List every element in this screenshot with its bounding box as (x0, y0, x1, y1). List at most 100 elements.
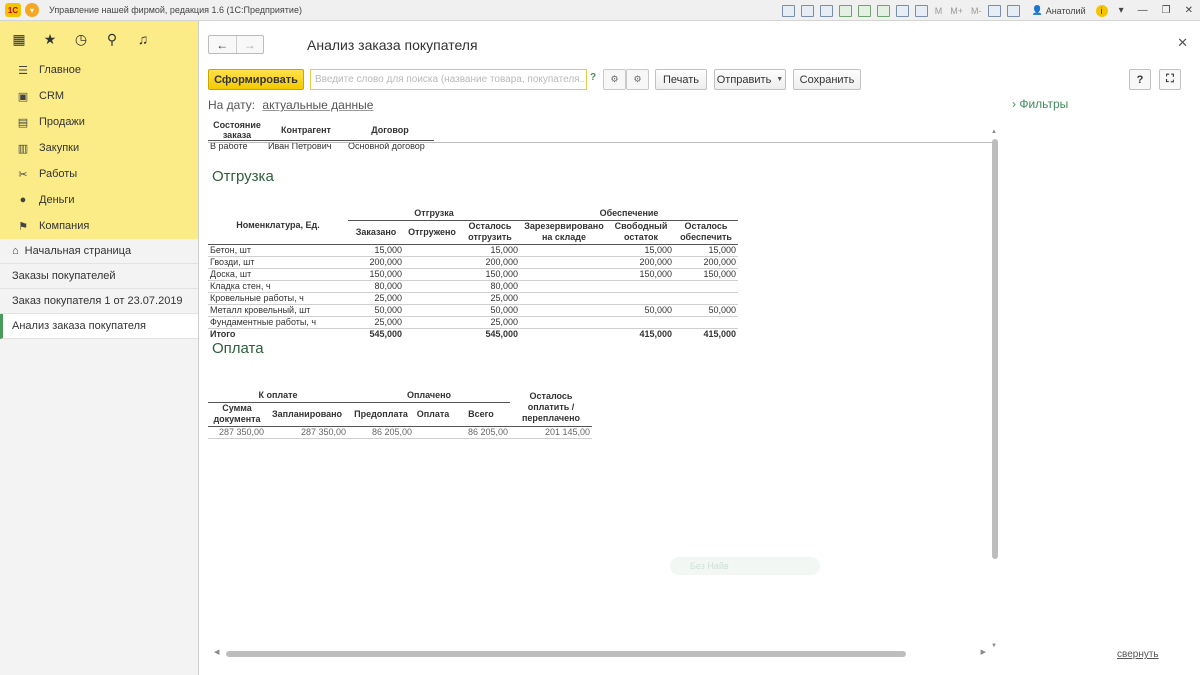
send-label: Отправить (716, 73, 772, 86)
zoom-icon[interactable] (988, 4, 1002, 17)
date-label: На дату: (208, 98, 256, 112)
memory-plus-button[interactable]: M+ (950, 6, 963, 16)
table-cell (520, 304, 608, 317)
table-header: Всего (452, 402, 510, 427)
table-cell (674, 292, 738, 305)
report-toolbar: Сформировать Введите слово для поиска (н… (208, 69, 1200, 91)
save-icon[interactable] (781, 4, 795, 17)
window-menu-chevron-icon[interactable]: ▾ (1119, 5, 1124, 16)
nav-order-analysis[interactable]: Анализ заказа покупателя (0, 314, 198, 339)
send-button[interactable]: Отправить ▼ (714, 69, 786, 90)
table-header: Сумма документа (208, 402, 266, 427)
clipboard-icon[interactable] (914, 4, 928, 17)
table-header: Договор (371, 125, 409, 135)
sidebar-item-money[interactable]: ● Деньги (0, 187, 198, 213)
horizontal-scrollbar[interactable]: ◀ ▶ (214, 648, 986, 657)
panel-icon[interactable] (1007, 4, 1021, 17)
memory-button[interactable]: M (935, 6, 943, 16)
chevron-down-icon: ▼ (776, 76, 784, 83)
table-header: Контрагент (281, 125, 331, 135)
nav-home[interactable]: ⌂ Начальная страница (0, 239, 198, 264)
nav-customer-order[interactable]: Заказ покупателя 1 от 23.07.2019 (0, 289, 198, 314)
table-cell: 287 350,00 (266, 426, 348, 439)
table-cell: 50,000 (460, 304, 520, 317)
table-cell: 25,000 (460, 316, 520, 329)
scroll-thumb[interactable] (992, 139, 998, 559)
table-cell: Кладка стен, ч (208, 280, 348, 293)
scroll-down-icon[interactable]: ▼ (991, 643, 997, 649)
memory-minus-button[interactable]: M- (971, 6, 982, 16)
apps-grid-icon[interactable]: ▦ (12, 31, 26, 48)
options-icon[interactable]: ⚙ (626, 69, 649, 90)
forward-arrow-icon[interactable]: → (235, 36, 264, 53)
table-header: Оплата (414, 402, 452, 427)
search-icon[interactable]: ⚲ (105, 31, 119, 48)
sidebar-item-sales[interactable]: ▤ Продажи (0, 109, 198, 135)
table-cell (520, 328, 608, 340)
info-icon[interactable]: i (1095, 4, 1108, 17)
table-cell (404, 280, 460, 293)
table-cell (674, 316, 738, 329)
bell-icon[interactable]: ♫ (136, 31, 150, 47)
preview-icon[interactable] (819, 4, 833, 17)
sidebar-item-main[interactable]: ☰ Главное (0, 57, 198, 83)
calculator-icon[interactable] (876, 4, 890, 17)
table-cell: 150,000 (460, 268, 520, 281)
history-clock-icon[interactable]: ◷ (74, 31, 88, 48)
money-icon: ● (19, 194, 27, 206)
table-cell (520, 256, 608, 269)
generate-button[interactable]: Сформировать (208, 69, 304, 90)
table-cell: 15,000 (348, 244, 404, 257)
save-button[interactable]: Сохранить (793, 69, 861, 90)
sidebar-item-purchases[interactable]: ▥ Закупки (0, 135, 198, 161)
calendar-icon[interactable] (895, 4, 909, 17)
upload-icon[interactable] (838, 4, 852, 17)
settings-icon[interactable]: ⚙ (603, 69, 626, 90)
table-cell (608, 316, 674, 329)
table-cell: 25,000 (348, 292, 404, 305)
date-value-link[interactable]: актуальные данные (262, 98, 373, 112)
table-group-header: К оплате (208, 390, 348, 403)
back-arrow-icon[interactable]: ← (209, 36, 236, 53)
filters-toggle[interactable]: › Фильтры (1012, 97, 1068, 111)
sidebar-item-company[interactable]: ⚑ Компания (0, 213, 198, 239)
user-menu[interactable]: 👤 Анатолий (1031, 5, 1085, 16)
table-header: Состояние заказа (213, 120, 261, 140)
print-icon[interactable] (800, 4, 814, 17)
table-cell (404, 244, 460, 257)
vertical-scrollbar[interactable]: ▲ ▼ (991, 129, 998, 649)
favorites-star-icon[interactable]: ★ (43, 31, 57, 48)
close-window-icon[interactable]: ✕ (1185, 5, 1193, 16)
page-title: Анализ заказа покупателя (307, 37, 478, 53)
sidebar-item-works[interactable]: ✂ Работы (0, 161, 198, 187)
restore-icon[interactable]: ❐ (1162, 5, 1171, 16)
scroll-right-icon[interactable]: ▶ (981, 648, 986, 656)
sidebar-item-label: Главное (39, 64, 82, 76)
nav-customer-orders[interactable]: Заказы покупателей (0, 264, 198, 289)
main-menu-button[interactable]: ▾ (25, 3, 39, 17)
table-cell (520, 268, 608, 281)
link-icon[interactable] (857, 4, 871, 17)
table-cell (404, 304, 460, 317)
table-cell: Металл кровельный, шт (208, 304, 348, 317)
scroll-left-icon[interactable]: ◀ (214, 648, 219, 656)
print-button[interactable]: Печать (655, 69, 707, 90)
sidebar-item-label: Продажи (39, 116, 85, 128)
table-cell: 150,000 (608, 268, 674, 281)
help-button[interactable]: ? (1129, 69, 1151, 90)
collapse-link[interactable]: свернуть (1117, 649, 1159, 660)
close-icon[interactable]: ✕ (1177, 35, 1188, 51)
table-cell: 200,000 (460, 256, 520, 269)
table-cell (404, 328, 460, 340)
sidebar-item-crm[interactable]: ▣ CRM (0, 83, 198, 109)
table-cell: 80,000 (460, 280, 520, 293)
minimize-icon[interactable]: — (1138, 5, 1148, 16)
fullscreen-icon[interactable]: ⛶ (1159, 69, 1181, 90)
table-cell (520, 292, 608, 305)
scroll-up-icon[interactable]: ▲ (991, 129, 997, 135)
table-header: Осталось оплатить / переплачено (510, 390, 592, 427)
search-help-mark[interactable]: ? (590, 72, 596, 83)
scroll-thumb[interactable] (226, 651, 906, 657)
table-cell (608, 292, 674, 305)
search-input[interactable]: Введите слово для поиска (название товар… (310, 69, 587, 90)
